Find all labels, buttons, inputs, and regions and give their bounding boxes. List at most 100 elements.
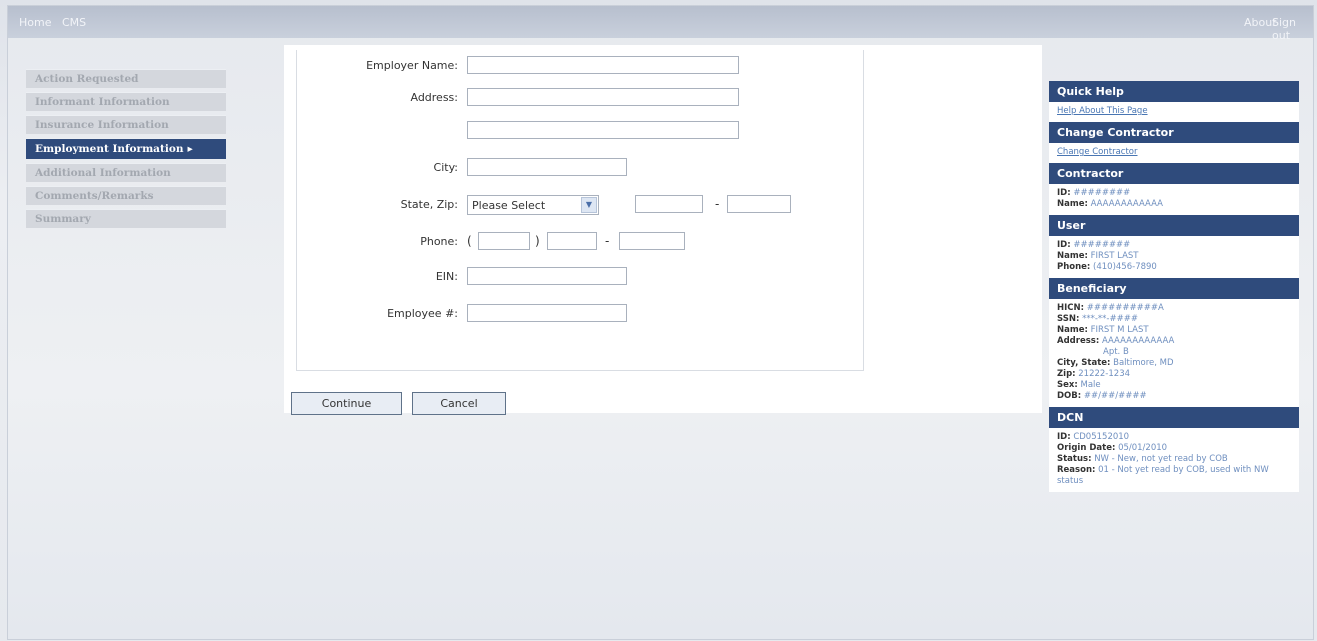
nav-item-label: Comments/Remarks: [35, 190, 154, 202]
ssn-label: SSN:: [1057, 314, 1080, 324]
dob-value: ##/##/####: [1083, 391, 1147, 401]
city-label: City:: [433, 161, 458, 174]
zip-dash: -: [715, 197, 720, 211]
city-row: City:: [297, 157, 863, 179]
status-label: Status:: [1057, 454, 1092, 464]
change-contractor-header: Change Contractor: [1049, 122, 1299, 143]
state-zip-label: State, Zip:: [400, 198, 458, 211]
help-about-page-link[interactable]: Help About This Page: [1057, 106, 1148, 116]
user-name-value: FIRST LAST: [1090, 251, 1139, 261]
dcn-id-value: CD05152010: [1073, 432, 1130, 442]
address-line2-row: [297, 120, 863, 142]
ssn-value: ***-**-####: [1082, 314, 1138, 324]
dob-label: DOB:: [1057, 391, 1082, 401]
ein-row: EIN:: [297, 266, 863, 288]
signout-link[interactable]: Sign out: [1272, 16, 1313, 42]
employer-name-label: Employer Name:: [366, 59, 458, 72]
address-label: Address:: [410, 91, 458, 104]
top-navbar: Home CMS About Sign out: [8, 6, 1313, 42]
quick-help-header: Quick Help: [1049, 81, 1299, 102]
beneficiary-name-value: FIRST M LAST: [1090, 325, 1149, 335]
contractor-body: ID: ######## Name: AAAAAAAAAAAA: [1049, 184, 1299, 215]
beneficiary-address-label: Address:: [1057, 336, 1100, 346]
nav-item-label: Summary: [35, 213, 91, 225]
nav-item-informant-information[interactable]: Informant Information: [26, 92, 226, 111]
cancel-button[interactable]: Cancel: [412, 392, 506, 415]
phone-dash: -: [605, 234, 610, 248]
nav-item-employment-information[interactable]: Employment Information ▸: [26, 138, 226, 159]
right-sidebar: Quick Help Help About This Page Change C…: [1049, 81, 1299, 492]
ein-label: EIN:: [435, 270, 458, 283]
phone-prefix-input[interactable]: [547, 232, 597, 250]
left-navigation: Action Requested Informant Information I…: [26, 69, 226, 232]
beneficiary-name-label: Name:: [1057, 325, 1088, 335]
beneficiary-body: HICN: ##########A SSN: ***-**-#### Name:…: [1049, 299, 1299, 407]
contractor-name-value: AAAAAAAAAAAA: [1090, 199, 1163, 209]
address-line1-input[interactable]: [467, 88, 739, 106]
zip-extension-input[interactable]: [727, 195, 791, 213]
employee-number-row: Employee #:: [297, 303, 863, 325]
dcn-body: ID: CD05152010 Origin Date: 05/01/2010 S…: [1049, 428, 1299, 492]
hicn-label: HICN:: [1057, 303, 1085, 313]
dcn-id-label: ID:: [1057, 432, 1071, 442]
city-state-value: Baltimore, MD: [1113, 358, 1174, 368]
beneficiary-header: Beneficiary: [1049, 278, 1299, 299]
ein-input[interactable]: [467, 267, 627, 285]
nav-item-label: Additional Information: [35, 167, 171, 179]
sex-label: Sex:: [1057, 380, 1078, 390]
home-link[interactable]: Home: [19, 16, 51, 29]
zip-label: Zip:: [1057, 369, 1076, 379]
address-line2-input[interactable]: [467, 121, 739, 139]
employee-number-input[interactable]: [467, 304, 627, 322]
zip-value: 21222-1234: [1078, 369, 1131, 379]
nav-item-label: Employment Information: [35, 143, 184, 155]
contractor-id-label: ID:: [1057, 188, 1071, 198]
phone-line-input[interactable]: [619, 232, 685, 250]
user-name-label: Name:: [1057, 251, 1088, 261]
reason-label: Reason:: [1057, 465, 1096, 475]
employee-number-label: Employee #:: [387, 307, 458, 320]
employer-name-row: Employer Name:: [297, 55, 863, 77]
nav-item-summary[interactable]: Summary: [26, 209, 226, 228]
quick-help-body: Help About This Page: [1049, 102, 1299, 122]
nav-item-action-requested[interactable]: Action Requested: [26, 69, 226, 88]
user-id-value: ########: [1073, 240, 1131, 250]
city-input[interactable]: [467, 158, 627, 176]
employment-form-panel: Employer Name: Address: City: State, Zip…: [284, 45, 1042, 415]
chevron-down-icon[interactable]: ▼: [581, 197, 597, 213]
phone-open-paren: (: [467, 234, 472, 248]
zip-input[interactable]: [635, 195, 703, 213]
origin-date-value: 05/01/2010: [1118, 443, 1168, 453]
contractor-header: Contractor: [1049, 163, 1299, 184]
state-zip-row: State, Zip: Please Select ▼ -: [297, 194, 863, 216]
cms-link[interactable]: CMS: [62, 16, 86, 29]
arrow-right-icon: ▸: [187, 143, 193, 155]
state-select[interactable]: Please Select ▼: [467, 195, 599, 215]
change-contractor-link[interactable]: Change Contractor: [1057, 147, 1138, 157]
employer-name-input[interactable]: [467, 56, 739, 74]
nav-item-comments-remarks[interactable]: Comments/Remarks: [26, 186, 226, 205]
continue-button[interactable]: Continue: [291, 392, 402, 415]
city-state-label: City, State:: [1057, 358, 1111, 368]
nav-item-label: Action Requested: [35, 73, 139, 85]
nav-item-insurance-information[interactable]: Insurance Information: [26, 115, 226, 134]
origin-date-label: Origin Date:: [1057, 443, 1116, 453]
phone-row: Phone: ( ) -: [297, 231, 863, 253]
nav-item-label: Informant Information: [35, 96, 170, 108]
state-select-value: Please Select: [472, 199, 546, 212]
beneficiary-address-line2: Apt. B: [1103, 347, 1129, 357]
user-id-label: ID:: [1057, 240, 1071, 250]
beneficiary-address-value: AAAAAAAAAAAA: [1101, 336, 1175, 346]
status-value: NW - New, not yet read by COB: [1094, 454, 1228, 464]
phone-area-code-input[interactable]: [478, 232, 530, 250]
sex-value: Male: [1080, 380, 1101, 390]
address-row: Address:: [297, 87, 863, 109]
user-phone-label: Phone:: [1057, 262, 1091, 272]
nav-item-additional-information[interactable]: Additional Information: [26, 163, 226, 182]
phone-close-paren: ): [535, 234, 540, 248]
page-frame: Home CMS About Sign out Prescription Dru…: [7, 5, 1314, 640]
user-body: ID: ######## Name: FIRST LAST Phone: (41…: [1049, 236, 1299, 278]
user-header: User: [1049, 215, 1299, 236]
employment-form: Employer Name: Address: City: State, Zip…: [296, 50, 864, 371]
contractor-name-label: Name:: [1057, 199, 1088, 209]
